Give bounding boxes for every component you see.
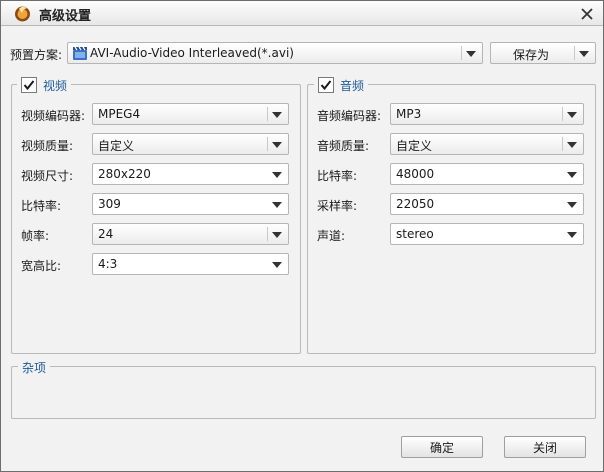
preset-select[interactable]: AVI-Audio-Video Interleaved(*.avi)	[67, 42, 483, 64]
audio-bitrate-value: 48000	[396, 167, 435, 181]
close-button[interactable]: 关闭	[504, 436, 586, 458]
chevron-down-icon	[567, 112, 577, 118]
video-encoder-label: 视频编码器:	[21, 109, 86, 123]
close-icon	[581, 8, 593, 20]
checkmark-icon	[23, 80, 35, 91]
audio-encoder-select[interactable]: MP3	[390, 103, 584, 125]
chevron-down-icon	[567, 172, 577, 178]
video-size-combo[interactable]: 280x220	[92, 163, 289, 185]
film-clapper-icon	[73, 46, 87, 60]
audio-quality-value: 自定义	[396, 139, 433, 153]
misc-group-title: 杂项	[22, 360, 47, 375]
audio-quality-select[interactable]: 自定义	[390, 133, 584, 155]
video-size-label: 视频尺寸:	[21, 169, 74, 183]
video-encoder-value: MPEG4	[98, 107, 141, 121]
preset-value: AVI-Audio-Video Interleaved(*.avi)	[90, 46, 294, 60]
chevron-down-icon	[272, 262, 282, 268]
chevron-down-icon	[567, 232, 577, 238]
video-encoder-select[interactable]: MPEG4	[92, 103, 289, 125]
chevron-down-icon	[272, 232, 282, 238]
audio-samplerate-value: 22050	[396, 197, 435, 211]
video-quality-value: 自定义	[98, 139, 135, 153]
video-size-value: 280x220	[98, 167, 151, 181]
video-bitrate-value: 309	[98, 197, 121, 211]
video-enable-checkbox[interactable]	[21, 77, 37, 93]
video-framerate-label: 帧率:	[21, 229, 50, 243]
video-group-title: 视频	[43, 78, 68, 93]
video-group-header: 视频	[17, 76, 72, 94]
chevron-down-icon	[272, 142, 282, 148]
audio-quality-label: 音频质量:	[317, 139, 370, 153]
ok-button[interactable]: 确定	[401, 436, 483, 458]
misc-group-header: 杂项	[18, 359, 51, 375]
preset-label: 预置方案:	[10, 48, 63, 62]
chevron-down-icon	[466, 51, 476, 57]
chevron-down-icon	[567, 142, 577, 148]
save-as-button[interactable]: 保存为	[490, 42, 596, 64]
video-quality-label: 视频质量:	[21, 139, 74, 153]
video-aspect-label: 宽高比:	[21, 259, 62, 273]
audio-bitrate-combo[interactable]: 48000	[390, 163, 584, 185]
video-framerate-select[interactable]: 24	[92, 223, 289, 245]
video-aspect-combo[interactable]: 4:3	[92, 253, 289, 275]
checkmark-icon	[320, 80, 332, 91]
chevron-down-icon	[272, 172, 282, 178]
window-title: 高级设置	[39, 9, 92, 24]
audio-encoder-label: 音频编码器:	[317, 109, 382, 123]
save-as-label: 保存为	[513, 48, 550, 62]
advanced-settings-dialog: 高级设置 预置方案: AVI-Audio-Video Interleaved(*…	[0, 0, 604, 472]
audio-bitrate-label: 比特率:	[317, 169, 358, 183]
chevron-down-icon	[567, 202, 577, 208]
chevron-down-icon	[272, 112, 282, 118]
audio-group-title: 音频	[340, 78, 365, 93]
audio-channels-label: 声道:	[317, 229, 346, 243]
chevron-down-icon	[579, 51, 589, 57]
misc-group	[11, 366, 596, 419]
chevron-down-icon	[272, 202, 282, 208]
audio-enable-checkbox[interactable]	[318, 77, 334, 93]
video-framerate-value: 24	[98, 227, 114, 241]
audio-channels-combo[interactable]: stereo	[390, 223, 584, 245]
video-bitrate-combo[interactable]: 309	[92, 193, 289, 215]
audio-samplerate-label: 采样率:	[317, 199, 358, 213]
video-aspect-value: 4:3	[98, 257, 118, 271]
app-logo-icon	[15, 6, 30, 22]
audio-encoder-value: MP3	[396, 107, 422, 121]
title-bar[interactable]: 高级设置	[1, 1, 603, 26]
audio-channels-value: stereo	[396, 227, 434, 241]
video-quality-select[interactable]: 自定义	[92, 133, 289, 155]
close-window-button[interactable]	[578, 5, 596, 23]
audio-samplerate-combo[interactable]: 22050	[390, 193, 584, 215]
audio-group-header: 音频	[314, 76, 369, 94]
video-bitrate-label: 比特率:	[21, 199, 62, 213]
